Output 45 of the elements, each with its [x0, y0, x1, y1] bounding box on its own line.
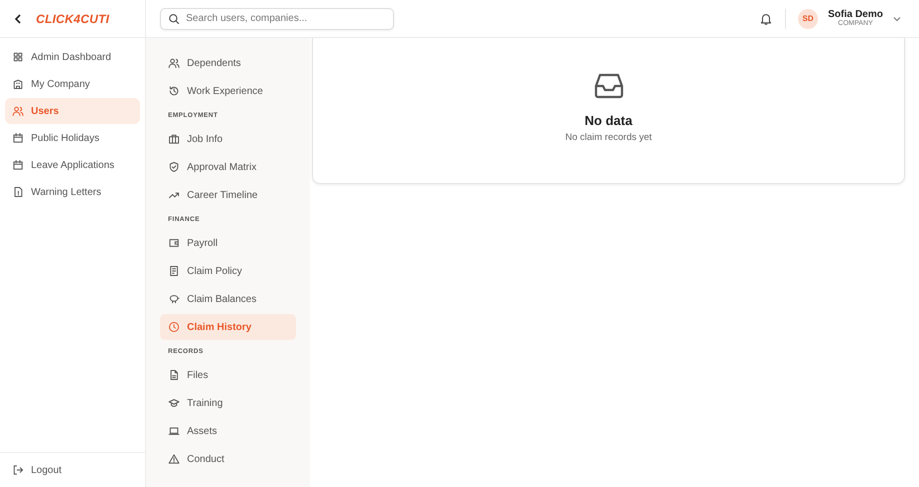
back-icon[interactable]: [14, 14, 22, 24]
notification-bell-icon[interactable]: [758, 12, 773, 26]
logout-link[interactable]: Logout: [12, 464, 62, 476]
nav-item[interactable]: Leave Applications: [5, 152, 140, 178]
empty-message: No claim records yet: [565, 132, 652, 143]
history-icon: [168, 85, 180, 97]
logo: CLICK4CUTI: [36, 12, 110, 26]
file-icon: [168, 369, 180, 381]
nav-item[interactable]: Admin Dashboard: [5, 44, 140, 70]
laptop-icon: [168, 425, 180, 437]
nav-item[interactable]: My Company: [5, 71, 140, 97]
section-menu-item[interactable]: Career Timeline: [160, 181, 296, 209]
nav-item[interactable]: Public Holidays: [5, 125, 140, 151]
shield-check-icon: [168, 161, 180, 173]
logout-icon: [12, 464, 24, 476]
section-menu-item[interactable]: Approval Matrix: [160, 153, 296, 181]
inbox-icon: [594, 73, 624, 99]
user-name: Sofia Demo: [828, 9, 883, 20]
section-menu-item[interactable]: Training: [160, 389, 296, 417]
receipt-icon: [168, 265, 180, 277]
section-menu-item[interactable]: Claim Balances: [160, 285, 296, 313]
empty-title: No data: [584, 113, 632, 128]
briefcase-icon: [168, 133, 180, 145]
section-menu-item[interactable]: Dependents: [160, 49, 296, 77]
wallet-icon: [168, 237, 180, 249]
calendar-icon: [12, 132, 24, 144]
grid-icon: [12, 51, 24, 63]
section-menu-item[interactable]: Payroll: [160, 229, 296, 257]
section-menu-item[interactable]: Files: [160, 361, 296, 389]
section-menu-item[interactable]: Job Info: [160, 125, 296, 153]
section-menu-item[interactable]: Conduct: [160, 445, 296, 473]
section-menu-item[interactable]: Assets: [160, 417, 296, 445]
users-icon: [12, 105, 24, 117]
section-menu-item[interactable]: Claim Policy: [160, 257, 296, 285]
calendar-icon: [12, 159, 24, 171]
chevron-down-icon[interactable]: [893, 16, 901, 22]
document-icon: [12, 186, 24, 198]
nav-item[interactable]: Warning Letters: [5, 179, 140, 205]
search-field[interactable]: Search users, companies...: [160, 8, 394, 30]
warning-icon: [168, 453, 180, 465]
building-icon: [12, 78, 24, 90]
clock-icon: [168, 321, 180, 333]
graduation-cap-icon: [168, 397, 180, 409]
users-icon: [168, 57, 180, 69]
section-menu-item[interactable]: Work Experience: [160, 77, 296, 105]
